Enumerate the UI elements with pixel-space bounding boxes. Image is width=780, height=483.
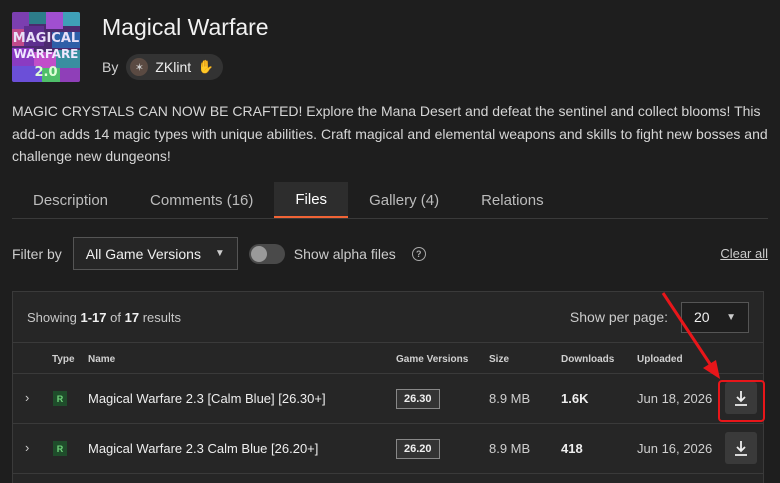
chevron-right-icon[interactable]: › — [25, 440, 29, 455]
file-name[interactable]: Magical Warfare 2.3 Calm Blue [26.20+] — [88, 441, 318, 456]
header-uploaded[interactable]: Uploaded — [637, 354, 683, 365]
results-count: Showing 1-17 of 17 results — [27, 310, 181, 325]
project-logo[interactable]: MAGICAL WARFARE 2.0 — [12, 12, 80, 82]
project-header: MAGICAL WARFARE 2.0 Magical Warfare By ✶… — [12, 12, 772, 84]
game-version-tag: 26.20 — [396, 439, 440, 459]
header-name[interactable]: Name — [88, 354, 115, 365]
download-button[interactable] — [725, 432, 757, 464]
header-downloads[interactable]: Downloads — [561, 354, 614, 365]
project-title: Magical Warfare — [102, 14, 269, 40]
project-summary: MAGIC CRYSTALS CAN NOW BE CRAFTED! Explo… — [12, 103, 768, 164]
table-row[interactable]: › R Magical Warfare 2.3 [Calm Blue] [26.… — [13, 374, 763, 424]
owner-badge-icon: ✋ — [197, 59, 214, 74]
per-page-value: 20 — [694, 309, 710, 325]
table-header: Type Name Game Versions Size Downloads U… — [13, 343, 763, 374]
svg-text:2.0: 2.0 — [34, 65, 57, 80]
release-type-badge: R — [53, 391, 67, 406]
byline: By ✶ ZKlint ✋ — [102, 54, 224, 80]
chevron-right-icon[interactable]: › — [25, 390, 29, 405]
svg-text:WARFARE: WARFARE — [14, 47, 79, 61]
files-panel-header: Showing 1-17 of 17 results Show per page… — [13, 292, 763, 343]
file-name[interactable]: Magical Warfare 2.3 [Calm Blue] [26.30+] — [88, 391, 326, 406]
svg-text:MAGICAL: MAGICAL — [13, 31, 79, 46]
toggle-knob — [250, 245, 267, 262]
game-version-tag: 26.30 — [396, 389, 440, 409]
tab-files[interactable]: Files — [274, 182, 349, 218]
per-page-select[interactable]: 20 ▼ — [681, 301, 749, 333]
showing-prefix: Showing — [27, 309, 77, 325]
results-range: 1-17 — [80, 309, 107, 325]
author-chip[interactable]: ✶ ZKlint ✋ — [126, 54, 224, 80]
per-page-label: Show per page: — [569, 309, 668, 325]
header-type[interactable]: Type — [52, 354, 75, 365]
by-label: By — [102, 59, 119, 75]
release-type-badge: R — [53, 441, 67, 456]
game-version-select[interactable]: All Game Versions ▼ — [72, 237, 238, 270]
author-avatar: ✶ — [130, 58, 149, 76]
tab-description[interactable]: Description — [12, 182, 129, 218]
upload-date: Jun 16, 2026 — [637, 441, 713, 456]
filter-bar: Filter by All Game Versions ▼ Show alpha… — [12, 237, 768, 270]
help-icon[interactable]: ? — [411, 246, 426, 261]
upload-date: Jun 18, 2026 — [637, 391, 713, 406]
project-tabs: Description Comments (16) Files Gallery … — [12, 182, 768, 219]
chevron-down-icon: ▼ — [726, 311, 736, 323]
download-icon — [735, 441, 747, 456]
results-suffix: results — [142, 309, 182, 325]
file-size: 8.9 MB — [489, 391, 531, 406]
filter-label: Filter by — [12, 245, 62, 262]
game-version-value: All Game Versions — [85, 245, 201, 262]
download-count: 1.6K — [561, 391, 589, 406]
tab-relations[interactable]: Relations — [460, 182, 565, 218]
chevron-down-icon: ▼ — [214, 248, 225, 259]
download-count: 418 — [561, 441, 583, 456]
tab-gallery[interactable]: Gallery (4) — [348, 182, 460, 218]
alpha-files-toggle[interactable] — [248, 243, 285, 264]
table-row[interactable]: › R Magical Warfare 2.3 Calm Blue [26.20… — [13, 424, 763, 474]
tab-comments[interactable]: Comments (16) — [129, 182, 274, 218]
results-total: 17 — [124, 309, 140, 325]
author-name: ZKlint — [155, 59, 192, 75]
files-panel: Showing 1-17 of 17 results Show per page… — [12, 291, 764, 483]
header-game-versions[interactable]: Game Versions — [396, 354, 468, 365]
annotation-highlight-box — [718, 380, 765, 422]
clear-all-link[interactable]: Clear all — [720, 246, 768, 261]
header-size[interactable]: Size — [489, 354, 509, 365]
file-size: 8.9 MB — [489, 441, 531, 456]
alpha-files-label: Show alpha files — [293, 245, 396, 262]
of-label: of — [110, 309, 121, 325]
